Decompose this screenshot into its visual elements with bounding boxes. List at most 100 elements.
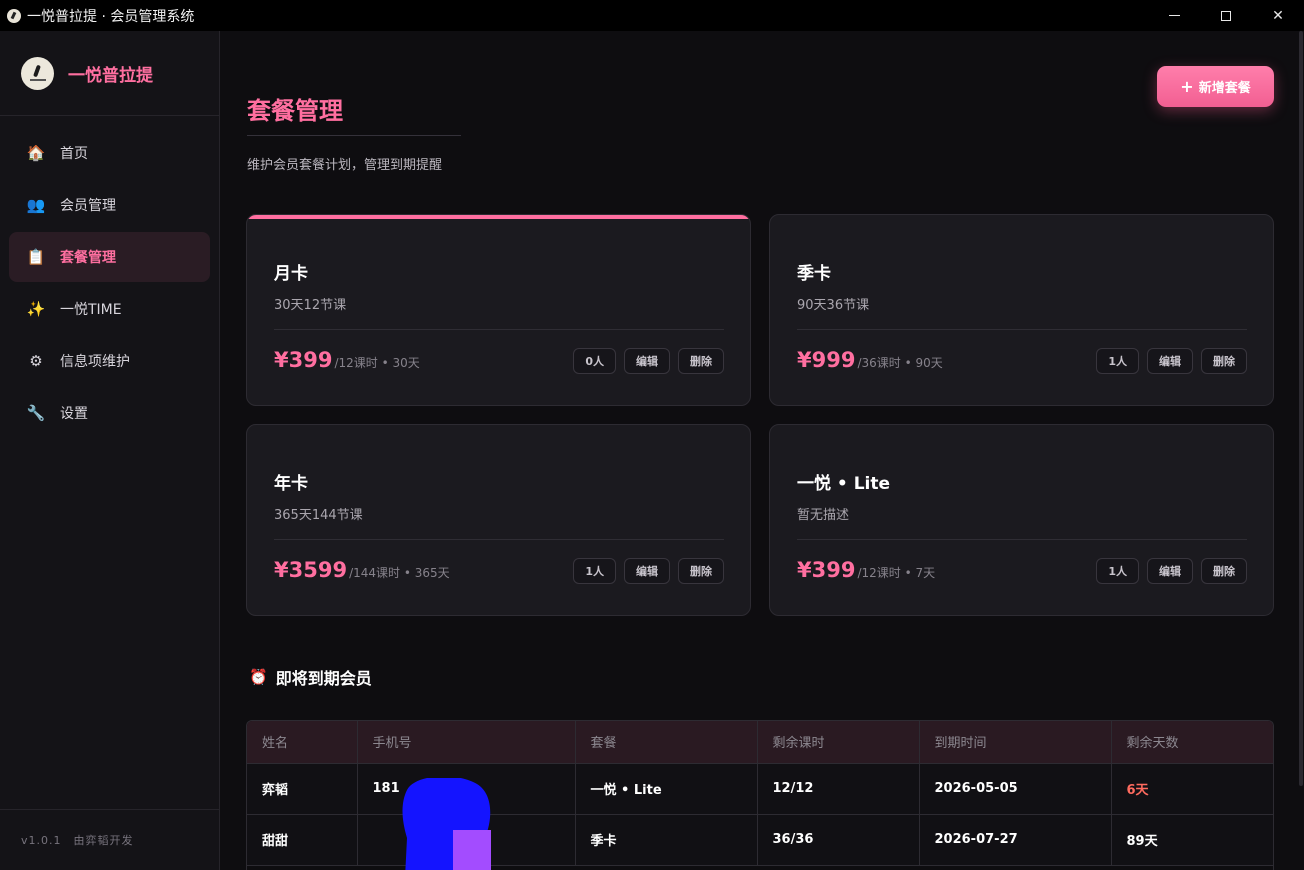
title-underline bbox=[247, 135, 461, 136]
sidebar-item-5[interactable]: 🔧 设置 bbox=[9, 388, 210, 438]
plan-price-value: ¥399 bbox=[797, 558, 856, 582]
member-count-button[interactable]: 0人 bbox=[573, 348, 616, 374]
plan-card[interactable]: 月卡 30天12节课 ¥399 /12课时 • 30天 0人 编辑 删除 bbox=[246, 214, 751, 406]
edit-plan-button[interactable]: 编辑 bbox=[1147, 348, 1193, 374]
column-header[interactable]: 到期时间 bbox=[919, 721, 1112, 764]
cell-name: 甜甜 bbox=[247, 814, 358, 866]
gear-icon: ⚙ bbox=[29, 352, 43, 370]
brand-name: 一悦普拉提 bbox=[68, 65, 153, 86]
plan-price-detail: /36课时 • 90天 bbox=[857, 356, 943, 370]
expiring-table: 姓名 手机号 套餐 剩余课时 到期时间 剩余天数 弈韬 181 一悦 • Lite 12/12 2… bbox=[246, 720, 1274, 870]
expiring-title: 即将到期会员 bbox=[275, 669, 372, 688]
minimize-icon bbox=[1168, 15, 1180, 16]
brand-logo bbox=[21, 56, 54, 90]
cell-expire: 2026-07-27 bbox=[919, 814, 1112, 866]
plan-price: ¥999 /36课时 • 90天 bbox=[797, 348, 943, 372]
plan-description: 90天36节课 bbox=[797, 298, 870, 313]
sidebar-nav: 🏠 首页 👥 会员管理 📋 套餐管理 ✨ 一悦TIME ⚙ 信息项维护 🔧 设置 bbox=[0, 116, 219, 438]
sidebar-item-label: 信息项维护 bbox=[60, 354, 130, 370]
delete-plan-button[interactable]: 删除 bbox=[678, 558, 724, 584]
plan-price: ¥399 /12课时 • 30天 bbox=[274, 348, 420, 372]
window-controls: ✕ bbox=[1148, 0, 1304, 31]
title-bar: 一悦普拉提 · 会员管理系统 ✕ bbox=[0, 0, 1304, 31]
plan-price-value: ¥399 bbox=[274, 348, 333, 372]
plan-card[interactable]: 一悦 • Lite 暂无描述 ¥399 /12课时 • 7天 1人 编辑 删除 bbox=[769, 424, 1274, 616]
column-header[interactable]: 姓名 bbox=[247, 721, 358, 764]
minimize-button[interactable] bbox=[1148, 0, 1200, 31]
window-title: 一悦普拉提 · 会员管理系统 bbox=[27, 8, 195, 25]
wrench-icon: 🔧 bbox=[26, 404, 46, 422]
column-header[interactable]: 剩余天数 bbox=[1111, 721, 1273, 764]
cell-lessons: 36/36 bbox=[757, 814, 920, 866]
delete-plan-button[interactable]: 删除 bbox=[678, 348, 724, 374]
version-label: v1.0.1 bbox=[21, 833, 62, 847]
delete-plan-button[interactable]: 删除 bbox=[1201, 558, 1247, 584]
redaction-mark bbox=[402, 778, 491, 870]
plan-price: ¥3599 /144课时 • 365天 bbox=[274, 558, 450, 582]
member-count-button[interactable]: 1人 bbox=[1096, 558, 1139, 584]
sidebar-item-1[interactable]: 👥 会员管理 bbox=[9, 180, 210, 230]
column-header[interactable]: 套餐 bbox=[575, 721, 758, 764]
plan-name: 一悦 • Lite bbox=[797, 474, 891, 494]
sidebar-item-2[interactable]: 📋 套餐管理 bbox=[9, 232, 210, 282]
column-header[interactable]: 剩余课时 bbox=[757, 721, 920, 764]
plan-description: 30天12节课 bbox=[274, 298, 347, 313]
house-icon: 🏠 bbox=[26, 144, 46, 162]
maximize-icon bbox=[1221, 10, 1231, 21]
card-divider bbox=[797, 539, 1247, 540]
clipboard-icon: 📋 bbox=[26, 248, 46, 266]
plan-description: 暂无描述 bbox=[797, 508, 850, 523]
add-plan-button[interactable]: + 新增套餐 bbox=[1157, 66, 1274, 107]
card-divider bbox=[274, 539, 724, 540]
cell-days: 89天 bbox=[1111, 814, 1273, 866]
member-count-button[interactable]: 1人 bbox=[573, 558, 616, 584]
main-content: 套餐管理 维护会员套餐计划，管理到期提醒 + 新增套餐 月卡 30天12节课 ¥… bbox=[220, 31, 1304, 870]
plus-icon: + bbox=[1180, 77, 1194, 96]
plan-price-detail: /12课时 • 7天 bbox=[857, 566, 936, 580]
sidebar-item-label: 会员管理 bbox=[60, 198, 116, 214]
edit-plan-button[interactable]: 编辑 bbox=[624, 348, 670, 374]
plan-name: 月卡 bbox=[274, 264, 308, 284]
edit-plan-button[interactable]: 编辑 bbox=[624, 558, 670, 584]
page-title: 套餐管理 bbox=[247, 97, 343, 125]
plan-price-detail: /12课时 • 30天 bbox=[334, 356, 420, 370]
credit-label: 由弈韬开发 bbox=[73, 834, 134, 847]
sidebar-item-4[interactable]: ⚙ 信息项维护 bbox=[9, 336, 210, 386]
plan-price-detail: /144课时 • 365天 bbox=[349, 566, 450, 580]
alarm-clock-icon: ⏰ bbox=[249, 668, 268, 686]
brand: 一悦普拉提 bbox=[0, 31, 219, 116]
cell-plan: 一悦 • Lite bbox=[575, 763, 758, 815]
edit-plan-button[interactable]: 编辑 bbox=[1147, 558, 1193, 584]
plan-actions: 1人 编辑 删除 bbox=[1088, 348, 1247, 374]
sidebar-item-label: 一悦TIME bbox=[60, 302, 122, 318]
cell-days: 6天 bbox=[1111, 763, 1273, 815]
plan-actions: 1人 编辑 删除 bbox=[1088, 558, 1247, 584]
sidebar-item-label: 设置 bbox=[60, 406, 88, 422]
table-header-row: 姓名 手机号 套餐 剩余课时 到期时间 剩余天数 bbox=[247, 721, 1273, 764]
plan-card[interactable]: 年卡 365天144节课 ¥3599 /144课时 • 365天 1人 编辑 删… bbox=[246, 424, 751, 616]
sidebar-item-label: 首页 bbox=[60, 146, 88, 162]
users-icon: 👥 bbox=[26, 196, 46, 214]
sidebar: 一悦普拉提 🏠 首页 👥 会员管理 📋 套餐管理 ✨ 一悦TIME ⚙ 信息项维护 🔧 设置 v1.0… bbox=[0, 31, 220, 870]
column-header[interactable]: 手机号 bbox=[357, 721, 576, 764]
cell-lessons: 12/12 bbox=[757, 763, 920, 815]
maximize-button[interactable] bbox=[1200, 0, 1252, 31]
plan-card[interactable]: 季卡 90天36节课 ¥999 /36课时 • 90天 1人 编辑 删除 bbox=[769, 214, 1274, 406]
cell-name: 弈韬 bbox=[247, 763, 358, 815]
expiring-section-title: ⏰ 即将到期会员 bbox=[249, 665, 372, 689]
scrollbar[interactable] bbox=[1299, 31, 1303, 786]
cell-plan: 季卡 bbox=[575, 814, 758, 866]
sidebar-item-0[interactable]: 🏠 首页 bbox=[9, 128, 210, 178]
plan-name: 年卡 bbox=[274, 474, 308, 494]
plan-actions: 1人 编辑 删除 bbox=[565, 558, 724, 584]
sidebar-item-3[interactable]: ✨ 一悦TIME bbox=[9, 284, 210, 334]
plan-price-value: ¥3599 bbox=[274, 558, 348, 582]
plan-price-value: ¥999 bbox=[797, 348, 856, 372]
sidebar-item-label: 套餐管理 bbox=[60, 250, 116, 266]
member-count-button[interactable]: 1人 bbox=[1096, 348, 1139, 374]
delete-plan-button[interactable]: 删除 bbox=[1201, 348, 1247, 374]
plan-description: 365天144节课 bbox=[274, 508, 363, 523]
plan-price: ¥399 /12课时 • 7天 bbox=[797, 558, 935, 582]
cell-expire: 2026-05-05 bbox=[919, 763, 1112, 815]
close-button[interactable]: ✕ bbox=[1252, 0, 1304, 31]
